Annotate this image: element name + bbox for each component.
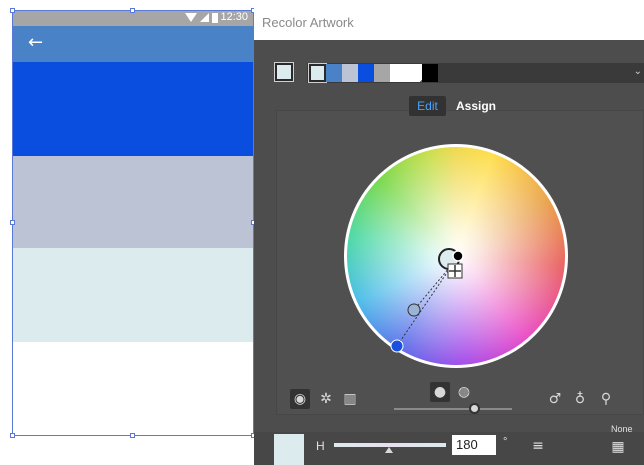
wifi-icon [185, 13, 197, 22]
color-band-light[interactable] [12, 248, 254, 342]
tab-edit[interactable]: Edit [409, 96, 446, 116]
status-icons [185, 13, 218, 23]
remove-color-tool-icon[interactable]: ♁ [570, 389, 590, 409]
selection-handle[interactable] [10, 220, 15, 225]
selection-handle[interactable] [130, 8, 135, 13]
none-slash [412, 78, 422, 82]
show-hue-icon[interactable]: ◍ [454, 382, 474, 402]
color-band-gray[interactable] [12, 156, 254, 248]
arrow-left-icon[interactable]: ← [28, 32, 43, 54]
tab-assign[interactable]: Assign [452, 96, 500, 116]
color-bars-icon[interactable]: ▥ [340, 389, 360, 409]
selection-handle[interactable] [10, 8, 15, 13]
harmony-swatch[interactable] [390, 64, 422, 82]
move-cursor-icon [447, 263, 463, 279]
selected-color-swatch[interactable] [274, 434, 304, 465]
hue-label: H [316, 439, 325, 453]
phone-artboard[interactable]: 12:30 ← [12, 10, 254, 435]
harmony-swatch[interactable] [358, 64, 374, 82]
hue-unit: ° [503, 436, 508, 448]
bottom-bar [254, 432, 644, 465]
smooth-color-wheel-icon[interactable]: ◉ [290, 389, 310, 409]
color-wheel-area[interactable] [344, 144, 568, 368]
add-color-tool-icon[interactable]: ♂ [545, 389, 565, 409]
current-color-swatch[interactable] [274, 62, 294, 82]
color-band-blue[interactable] [12, 62, 254, 156]
wheel-markers [390, 248, 464, 353]
selection-handle[interactable] [130, 433, 135, 438]
recolor-artwork-dialog: Recolor Artwork ⌄ Edit Assign ◉ ✲ ▥ ● ◍ … [254, 0, 644, 465]
harmony-swatch[interactable] [342, 64, 358, 82]
color-group-grid-icon[interactable]: ▦ [608, 438, 628, 456]
color-marker-black[interactable] [452, 250, 464, 262]
menu-icon[interactable]: ≡ [528, 436, 548, 456]
app-bar: ← [12, 26, 254, 62]
hue-input[interactable]: 180 [452, 435, 496, 455]
hue-slider-knob[interactable] [385, 447, 393, 453]
harmony-swatch[interactable] [308, 63, 327, 83]
harmony-line [396, 260, 456, 347]
segmented-color-wheel-icon[interactable]: ✲ [316, 389, 336, 409]
unlink-harmony-colors-icon[interactable]: ⚲ [596, 389, 616, 409]
dialog-body: ⌄ Edit Assign ◉ ✲ ▥ ● ◍ ♂ ♁ ⚲ [254, 40, 644, 465]
none-label: None [611, 424, 633, 434]
harmony-color-strip[interactable]: ⌄ [307, 63, 644, 83]
color-marker-gray-blue[interactable] [407, 303, 421, 317]
color-band-white[interactable] [12, 342, 254, 435]
harmony-swatch[interactable] [326, 64, 342, 82]
battery-icon [212, 13, 218, 23]
brightness-slider[interactable] [394, 408, 512, 410]
status-time: 12:30 [220, 11, 248, 23]
harmony-swatch[interactable] [374, 64, 390, 82]
selection-handle[interactable] [10, 433, 15, 438]
screen: 12:30 ← Recolor Artwork ⌄ Edit Assign ◉ … [0, 0, 644, 465]
signal-icon [200, 13, 209, 22]
show-saturation-brightness-icon[interactable]: ● [430, 382, 450, 402]
brightness-slider-knob[interactable] [469, 403, 480, 414]
chevron-down-icon[interactable]: ⌄ [634, 66, 642, 77]
dialog-titlebar[interactable]: Recolor Artwork [254, 0, 644, 40]
harmony-swatch[interactable] [422, 64, 438, 82]
color-marker-blue[interactable] [390, 339, 404, 353]
dialog-title: Recolor Artwork [262, 15, 354, 30]
